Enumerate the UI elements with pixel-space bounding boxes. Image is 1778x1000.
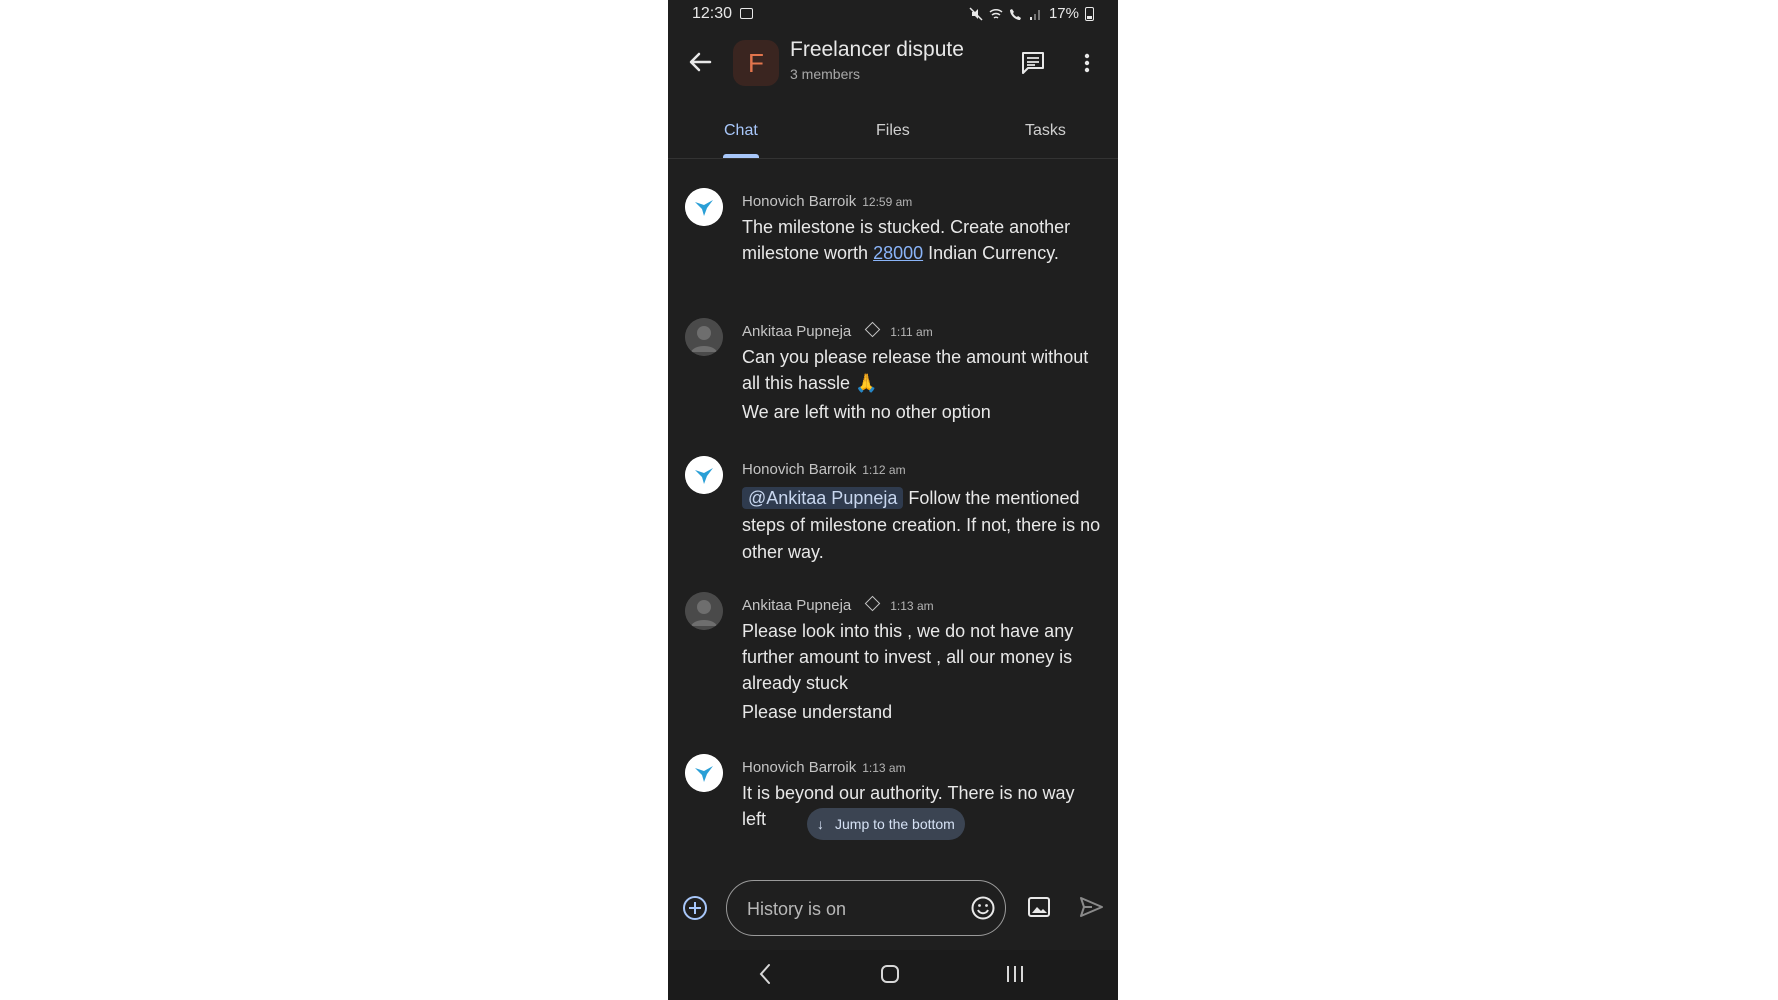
tab-tasks[interactable]: Tasks (1025, 122, 1066, 140)
gallery-notification-icon (740, 8, 753, 19)
message-text-part: Indian Currency. (923, 243, 1059, 263)
member-count[interactable]: 3 members (790, 66, 860, 82)
thread-icon[interactable] (1020, 50, 1046, 76)
message-meta: Honovich Barroik 1:13 am (742, 759, 906, 776)
battery-percent: 17% (1048, 5, 1079, 22)
nav-recents-icon[interactable] (1004, 964, 1026, 984)
message-meta: Honovich Barroik 1:12 am (742, 461, 906, 478)
message-text: Please understand (742, 702, 893, 722)
message-time: 1:11 am (890, 325, 933, 339)
nav-back-icon[interactable] (756, 962, 776, 986)
message-meta: Ankitaa Pupneja 1:11 am (742, 321, 933, 340)
bot-avatar[interactable] (685, 188, 723, 226)
message-text: Please look into this , we do not have a… (742, 621, 1074, 693)
message-meta: Ankitaa Pupneja 1:13 am (742, 595, 934, 614)
user-avatar[interactable] (685, 318, 723, 356)
group-title[interactable]: Freelancer dispute (790, 38, 964, 62)
user-avatar[interactable] (685, 592, 723, 630)
message-time: 12:59 am (862, 195, 913, 209)
add-circle-icon[interactable] (681, 894, 709, 922)
message-time: 1:13 am (890, 599, 934, 613)
nav-home-icon[interactable] (880, 964, 900, 984)
signal-icon (1029, 9, 1040, 20)
send-icon[interactable] (1078, 894, 1104, 920)
status-bar: 12:30 17% (668, 0, 1118, 28)
sender-name[interactable]: Ankitaa Pupneja (742, 597, 851, 614)
chat-header: F Freelancer dispute 3 members (668, 28, 1118, 104)
message-meta: Honovich Barroik 12:59 am (742, 193, 912, 210)
message-time: 1:12 am (862, 463, 906, 477)
back-arrow-icon[interactable] (684, 46, 716, 78)
tab-bar: Chat Files Tasks (668, 104, 1118, 159)
message-composer (668, 864, 1118, 950)
tab-chat[interactable]: Chat (724, 122, 758, 140)
phone-screen: 12:30 17% F Freelancer dispute 3 members… (668, 0, 1118, 1000)
sender-name[interactable]: Honovich Barroik (742, 193, 856, 210)
group-avatar[interactable]: F (733, 40, 779, 86)
message-list[interactable]: Honovich Barroik 12:59 am The milestone i… (668, 158, 1118, 864)
bot-avatar[interactable] (685, 456, 723, 494)
number-link[interactable]: 28000 (873, 243, 923, 263)
system-nav-bar (668, 950, 1118, 1000)
sender-name[interactable]: Ankitaa Pupneja (742, 323, 851, 340)
sender-name[interactable]: Honovich Barroik (742, 759, 856, 776)
message-input[interactable] (745, 895, 949, 923)
sender-name[interactable]: Honovich Barroik (742, 461, 856, 478)
wifi-icon (989, 8, 1003, 19)
message-input-box (726, 880, 1006, 936)
battery-icon (1085, 6, 1094, 21)
call-icon (1009, 8, 1021, 20)
image-icon[interactable] (1026, 894, 1052, 920)
mute-icon (969, 6, 983, 21)
status-time: 12:30 (692, 5, 733, 22)
message-text: The milestone is stucked. Create another… (742, 214, 1102, 266)
message-text: We are left with no other option (742, 402, 991, 422)
status-icons: 17% (969, 5, 1094, 22)
message-text: Can you please release the amount withou… (742, 347, 1089, 393)
more-vert-icon[interactable] (1080, 50, 1094, 76)
bot-avatar[interactable] (685, 754, 723, 792)
mention-chip[interactable]: @Ankitaa Pupneja (742, 487, 904, 509)
verified-diamond-icon (864, 321, 881, 338)
message-text: @Ankitaa Pupneja Follow the mentioned st… (742, 485, 1102, 566)
message-time: 1:13 am (862, 761, 906, 775)
emoji-icon[interactable] (970, 895, 996, 921)
verified-diamond-icon (864, 595, 881, 612)
jump-to-bottom-button[interactable]: Jump to the bottom (807, 808, 965, 840)
tab-files[interactable]: Files (876, 122, 910, 140)
